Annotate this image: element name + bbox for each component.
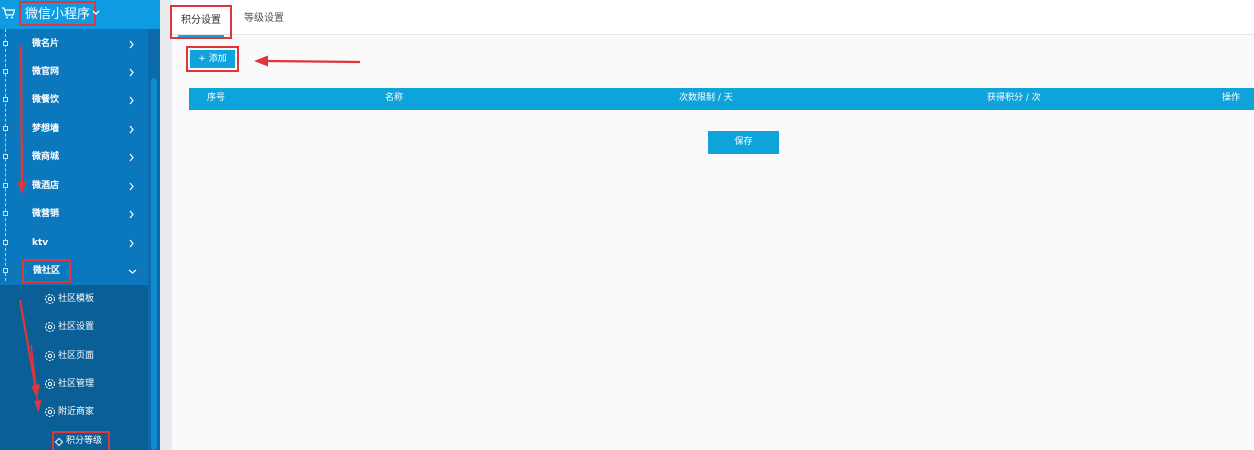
chevron-right-icon xyxy=(129,182,134,191)
sidebar: 微信小程序 微名片 微官网 微餐饮 梦想墙 微商城 微酒店 微营销 ktv 微社… xyxy=(0,0,160,450)
submenu-item-community-manage[interactable]: 社区管理 xyxy=(0,370,148,398)
annotation-arrow xyxy=(254,55,361,67)
tree-node-icon xyxy=(3,97,8,102)
sidebar-item-catering[interactable]: 微餐饮 xyxy=(0,86,148,114)
gear-icon xyxy=(45,379,55,389)
submenu-item-label: 社区设置 xyxy=(58,322,95,332)
sidebar-item-dream-wall[interactable]: 梦想墙 xyxy=(0,115,148,143)
column-header-name: 名称 xyxy=(385,93,404,103)
submenu-item-community-template[interactable]: 社区模板 xyxy=(0,285,148,313)
chevron-right-icon xyxy=(129,40,134,49)
tree-node-icon xyxy=(3,154,8,159)
sidebar-item-label: 微营销 xyxy=(32,209,60,219)
chevron-right-icon xyxy=(129,239,134,248)
tab-level-settings[interactable]: 等级设置 xyxy=(244,5,284,33)
submenu-item-nearby-merchants[interactable]: 附近商家 xyxy=(0,398,148,426)
column-header-index: 序号 xyxy=(207,93,226,103)
sidebar-item-label: 微社区 xyxy=(22,259,72,283)
chevron-down-icon[interactable] xyxy=(92,9,100,17)
sidebar-item-label: 微名片 xyxy=(32,39,60,49)
column-header-points-per-time: 获得积分 / 次 xyxy=(987,93,1041,103)
tab-label: 积分设置 xyxy=(181,15,221,26)
tab-bar: 积分设置 等级设置 xyxy=(170,0,1254,39)
chevron-right-icon xyxy=(129,210,134,219)
sidebar-item-label: 微餐饮 xyxy=(32,95,60,105)
column-header-actions: 操作 xyxy=(1222,93,1241,103)
active-tab-indicator xyxy=(178,35,224,37)
tree-node-icon xyxy=(3,211,8,216)
sidebar-item-label: ktv xyxy=(32,238,49,248)
gear-icon xyxy=(45,351,55,361)
sidebar-item-mall[interactable]: 微商城 xyxy=(0,143,148,171)
sidebar-header: 微信小程序 xyxy=(0,0,160,29)
tree-node-icon xyxy=(3,126,8,131)
diamond-icon xyxy=(54,437,64,447)
chevron-right-icon xyxy=(129,68,134,77)
cart-icon xyxy=(2,7,15,19)
chevron-right-icon xyxy=(129,153,134,162)
gear-icon xyxy=(45,322,55,332)
submenu-item-points-level[interactable]: 积分等级 xyxy=(52,431,110,450)
sidebar-item-hotel[interactable]: 微酒店 xyxy=(0,172,148,200)
add-button-highlight: + 添加 xyxy=(186,46,239,72)
tab-points-settings[interactable]: 积分设置 xyxy=(170,5,232,39)
sidebar-item-label: 微官网 xyxy=(32,67,60,77)
submenu-item-label: 附近商家 xyxy=(58,407,95,417)
app-switcher-title[interactable]: 微信小程序 xyxy=(19,1,97,26)
gear-icon xyxy=(45,294,55,304)
chevron-down-icon xyxy=(128,269,137,274)
submenu-item-label: 社区页面 xyxy=(58,351,95,361)
chevron-right-icon xyxy=(129,125,134,134)
table-header: 序号 名称 次数限制 / 天 获得积分 / 次 操作 xyxy=(189,88,1254,110)
tree-node-icon xyxy=(3,183,8,188)
sidebar-divider xyxy=(160,0,172,450)
sidebar-item-ktv[interactable]: ktv xyxy=(0,229,148,257)
sidebar-item-business-card[interactable]: 微名片 xyxy=(0,30,148,58)
sidebar-item-marketing[interactable]: 微营销 xyxy=(0,200,148,228)
tree-node-icon xyxy=(3,240,8,245)
tree-node-icon xyxy=(3,69,8,74)
sidebar-item-community[interactable]: 微社区 xyxy=(0,257,148,285)
submenu-item-label: 社区管理 xyxy=(58,379,95,389)
sidebar-scrollbar-thumb[interactable] xyxy=(151,78,157,450)
gear-icon xyxy=(45,407,55,417)
sidebar-item-website[interactable]: 微官网 xyxy=(0,58,148,86)
sidebar-item-label: 微商城 xyxy=(32,152,60,162)
sidebar-item-label: 梦想墙 xyxy=(32,124,60,134)
submenu-item-label: 积分等级 xyxy=(66,436,103,446)
chevron-right-icon xyxy=(129,96,134,105)
submenu-item-community-page[interactable]: 社区页面 xyxy=(0,342,148,370)
main-content: 积分设置 等级设置 + 添加 序号 名称 次数限制 / 天 获得积分 / 次 操… xyxy=(170,0,1254,450)
tree-node-icon xyxy=(3,268,8,273)
submenu-item-community-settings[interactable]: 社区设置 xyxy=(0,313,148,341)
add-button[interactable]: + 添加 xyxy=(190,50,235,68)
sidebar-item-label: 微酒店 xyxy=(32,181,60,191)
save-button[interactable]: 保存 xyxy=(708,131,779,154)
tree-node-icon xyxy=(3,41,8,46)
submenu-item-label: 社区模板 xyxy=(58,294,95,304)
column-header-daily-limit: 次数限制 / 天 xyxy=(679,93,733,103)
